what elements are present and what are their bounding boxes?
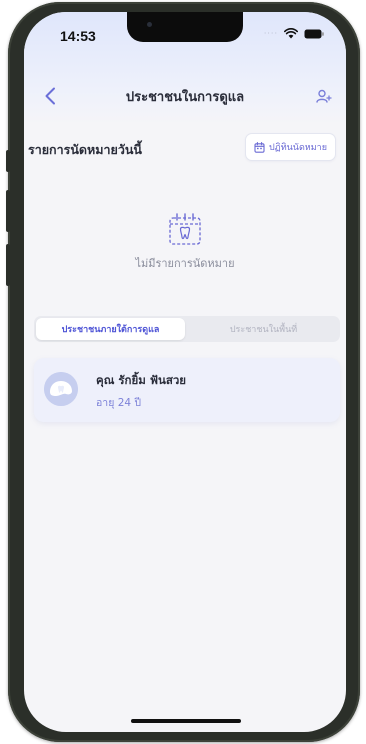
app-screen: 14:53 ···· ประชาชนในการดูแล รายการนัดหมา…: [24, 12, 346, 732]
status-time: 14:53: [60, 28, 96, 44]
appointments-title: รายการนัดหมายวันนี้: [28, 142, 142, 157]
person-card[interactable]: คุณ รักยิ้ม ฟันสวย อายุ 24 ปี: [34, 358, 340, 422]
calendar-icon: [254, 141, 265, 153]
side-button-volume-up: [6, 190, 10, 232]
tab-bar: ประชาชนภายใต้การดูแล ประชาชนในพื้นที่: [34, 316, 340, 342]
add-person-button[interactable]: [312, 84, 336, 108]
home-indicator[interactable]: [131, 719, 241, 723]
side-button-volume-down: [6, 244, 10, 286]
calendar-button[interactable]: ปฏิทินนัดหมาย: [244, 133, 336, 161]
notch: [127, 12, 243, 42]
empty-calendar-tooth-icon: [169, 213, 201, 245]
front-camera: [147, 22, 152, 27]
empty-state-text: ไม่มีรายการนัดหมาย: [135, 257, 235, 270]
add-person-icon: [316, 89, 332, 103]
calendar-button-label: ปฏิทินนัดหมาย: [268, 143, 327, 153]
stage: 14:53 ···· ประชาชนในการดูแล รายการนัดหมา…: [0, 0, 366, 744]
signal-dots-icon: ····: [263, 29, 278, 38]
page-title: ประชาชนในการดูแล: [125, 90, 245, 105]
avatar-icon: [44, 372, 78, 406]
tab-people-in-area[interactable]: ประชาชนในพื้นที่: [189, 318, 338, 340]
tab-people-under-care[interactable]: ประชาชนภายใต้การดูแล: [36, 318, 185, 340]
wifi-icon: [284, 28, 298, 39]
person-age: อายุ 24 ปี: [96, 397, 142, 409]
person-name: คุณ รักยิ้ม ฟันสวย: [96, 373, 187, 387]
side-button-silent: [6, 150, 10, 172]
battery-icon: [304, 29, 324, 38]
status-icons: ····: [264, 28, 324, 39]
avatar-illustration: [44, 372, 78, 406]
